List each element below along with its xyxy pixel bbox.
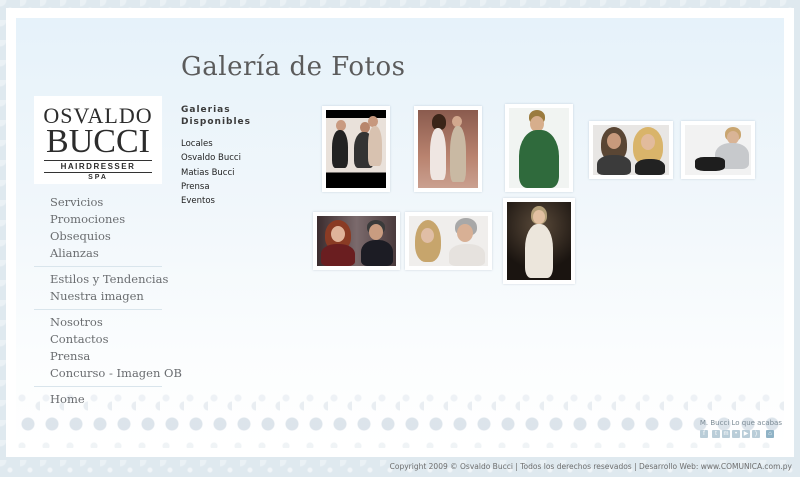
photo-image: [593, 125, 669, 175]
sidebar-nav: Servicios Promociones Obsequios Alianzas…: [34, 190, 182, 412]
nav-item-home[interactable]: Home: [50, 391, 162, 408]
logo-line-spa: SPA: [88, 174, 108, 181]
figure-body: [368, 126, 382, 166]
figure-head: [641, 134, 655, 150]
figure-body: [597, 155, 631, 175]
nav-item-prensa[interactable]: Prensa: [50, 348, 162, 365]
flickr-icon[interactable]: •: [732, 430, 740, 438]
logo-divider: [44, 160, 152, 161]
nav-item-nosotros[interactable]: Nosotros: [50, 314, 162, 331]
gallery-link-locales[interactable]: Locales: [181, 137, 301, 151]
myspace-icon[interactable]: m: [722, 430, 730, 438]
figure-body: [635, 159, 665, 175]
photo-man-and-blonde-woman[interactable]: [589, 121, 673, 179]
figure-body: [525, 224, 553, 278]
photo-man-on-stage[interactable]: [503, 198, 575, 284]
figure-head: [533, 210, 545, 224]
figure-legs: [695, 157, 725, 171]
figure-body: [361, 240, 393, 266]
photo-two-people-standing[interactable]: [414, 106, 482, 192]
figure-body: [449, 244, 485, 266]
figure-body: [519, 130, 559, 188]
nav-item-alianzas[interactable]: Alianzas: [50, 245, 162, 262]
figure-body: [450, 126, 466, 182]
page-title: Galería de Fotos: [181, 52, 406, 82]
nav-group-styles: Estilos y Tendencias Nuestra imagen: [34, 267, 168, 310]
gallery-links: Locales Osvaldo Bucci Matias Bucci Prens…: [181, 137, 301, 208]
figure-head: [331, 226, 345, 242]
photo-stylist-with-client[interactable]: [405, 212, 492, 270]
figure-head: [369, 224, 383, 240]
photo-image: [685, 125, 751, 175]
figure-body: [321, 244, 355, 266]
nav-item-estilos[interactable]: Estilos y Tendencias: [50, 271, 168, 288]
nav-item-concurso[interactable]: Concurso - Imagen OB: [50, 365, 182, 382]
photo-man-seated-white[interactable]: [681, 121, 755, 179]
nav-item-contactos[interactable]: Contactos: [50, 331, 162, 348]
figure-head: [607, 133, 621, 149]
nav-group-services: Servicios Promociones Obsequios Alianzas: [34, 190, 162, 267]
nav-item-servicios[interactable]: Servicios: [50, 194, 162, 211]
gallery-list-title-line2: Disponibles: [181, 117, 252, 127]
photo-man-and-woman-redhead[interactable]: [313, 212, 400, 270]
gallery-link-matias-bucci[interactable]: Matias Bucci: [181, 166, 301, 180]
nav-item-obsequios[interactable]: Obsequios: [50, 228, 162, 245]
gallery-link-eventos[interactable]: Eventos: [181, 194, 301, 208]
gallery-list-title: Galerias Disponibles: [181, 104, 301, 128]
photo-image: [507, 202, 571, 280]
nav-item-nuestra-imagen[interactable]: Nuestra imagen: [50, 288, 162, 305]
gallery-list-title-line1: Galerias: [181, 105, 231, 115]
footer-copyright: Copyright 2009 © Osvaldo Bucci | Todos l…: [389, 462, 792, 471]
photo-image: [409, 216, 488, 266]
photo-image: [317, 216, 396, 266]
figure-head: [421, 228, 434, 243]
youtube-icon[interactable]: ▶: [742, 430, 750, 438]
nav-group-about: Nosotros Contactos Prensa Concurso - Ima…: [34, 310, 182, 387]
logo-line-bucci: BUCCI: [46, 123, 150, 160]
photo-image: [418, 110, 478, 188]
logo[interactable]: OSVALDO BUCCI HAIRDRESSER SPA: [34, 96, 162, 184]
nav-group-home: Home: [34, 387, 162, 412]
photo-man-green-suit[interactable]: [505, 104, 573, 192]
gallery-list: Galerias Disponibles Locales Osvaldo Buc…: [181, 104, 301, 208]
figure-body: [430, 128, 446, 180]
social-label: M. Bucci Lo que acabas: [699, 419, 782, 427]
gallery-link-prensa[interactable]: Prensa: [181, 180, 301, 194]
rss-icon[interactable]: ): [752, 430, 760, 438]
photo-image: [509, 108, 569, 188]
gallery-link-osvaldo-bucci[interactable]: Osvaldo Bucci: [181, 151, 301, 165]
figure-body: [332, 130, 348, 168]
photo-image: [326, 110, 386, 188]
figure-head: [457, 224, 473, 242]
photo-group-women-black-top[interactable]: [322, 106, 390, 192]
twitter-icon[interactable]: t: [712, 430, 720, 438]
logo-line-hairdresser: HAIRDRESSER: [60, 162, 136, 171]
facebook-icon[interactable]: f: [700, 430, 708, 438]
home-icon[interactable]: ⌂: [766, 430, 774, 438]
nav-item-promociones[interactable]: Promociones: [50, 211, 162, 228]
